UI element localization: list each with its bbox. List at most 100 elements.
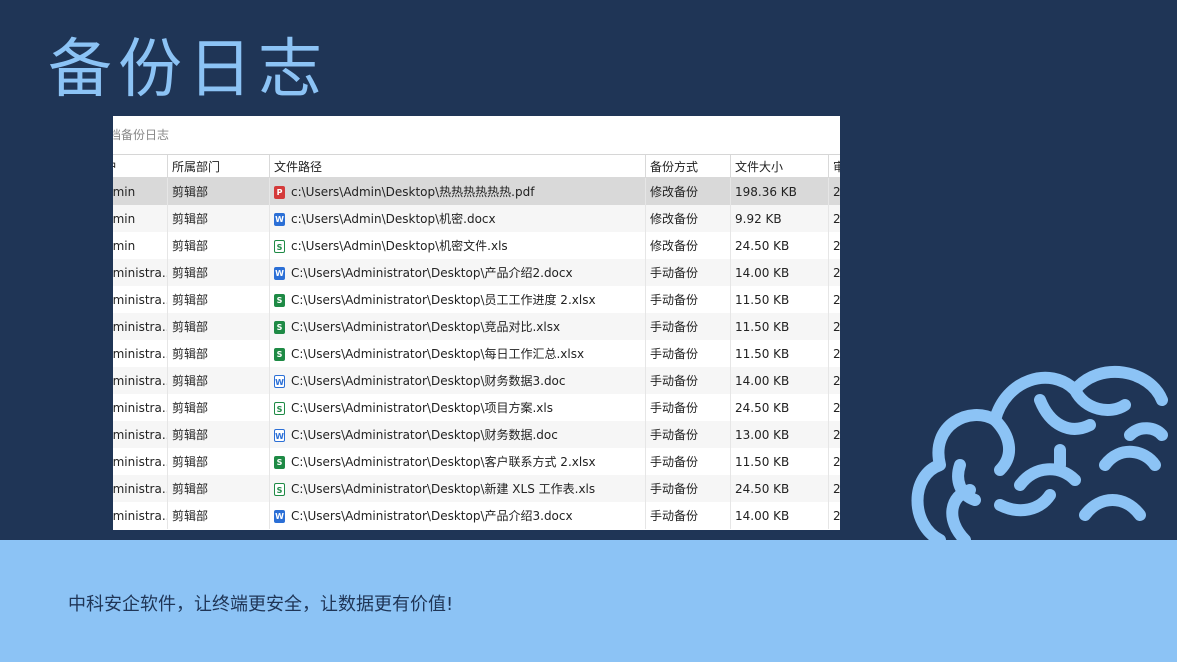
table-row[interactable]: dministra...剪辑部 S C:\Users\Administrator\D… bbox=[113, 475, 840, 502]
table-row[interactable]: dmin剪辑部Pc:\Users\Admin\Desktop\热热热热热热.pd… bbox=[113, 177, 840, 205]
table-row[interactable]: dministra...剪辑部 W C:\Users\Administrator\D… bbox=[113, 421, 840, 448]
cell-dept: 剪辑部 bbox=[167, 205, 270, 232]
cell-dept: 剪辑部 bbox=[167, 286, 270, 313]
cell-dept: 剪辑部 bbox=[167, 340, 270, 367]
file-path-text: C:\Users\Administrator\Desktop\财务数据3.doc bbox=[291, 374, 566, 388]
table-row[interactable]: dministra...剪辑部 S C:\Users\Administrator\D… bbox=[113, 340, 840, 367]
table-row[interactable]: dministra...剪辑部 S C:\Users\Administrator\D… bbox=[113, 286, 840, 313]
cell-dept: 剪辑部 bbox=[167, 448, 270, 475]
table-row[interactable]: dministra...剪辑部 S C:\Users\Administrator\D… bbox=[113, 313, 840, 340]
file-path-text: c:\Users\Admin\Desktop\机密.docx bbox=[291, 212, 496, 226]
cell-file-size: 11.50 KB bbox=[730, 286, 829, 313]
file-path-text: C:\Users\Administrator\Desktop\客户联系方式 2.… bbox=[291, 455, 596, 469]
backup-log-window: 档备份日志 户 所属部门 文件路径 备份方式 文件大小 审 dmin剪辑部Pc:… bbox=[113, 116, 840, 530]
cell-backup-mode: 手动备份 bbox=[645, 475, 731, 502]
cell-dept: 剪辑部 bbox=[167, 367, 270, 394]
xls-file-icon: S bbox=[274, 483, 285, 496]
xlsx-file-icon: S bbox=[274, 321, 285, 334]
file-path-text: c:\Users\Admin\Desktop\机密文件.xls bbox=[291, 239, 508, 253]
file-path-text: C:\Users\Administrator\Desktop\每日工作汇总.xl… bbox=[291, 347, 585, 361]
docx-file-icon: W bbox=[274, 213, 285, 226]
cell-path: W C:\Users\Administrator\Desktop\产品介绍2.do… bbox=[269, 259, 646, 286]
cell-file-size: 198.36 KB bbox=[730, 177, 829, 205]
cell-user: dministra... bbox=[113, 259, 168, 286]
file-path-text: C:\Users\Administrator\Desktop\项目方案.xls bbox=[291, 401, 553, 415]
cell-file-size: 14.00 KB bbox=[730, 502, 829, 529]
file-path-text: c:\Users\Admin\Desktop\热热热热热热.pdf bbox=[291, 185, 535, 199]
table-row[interactable]: dministra...剪辑部 S C:\Users\Administrator\D… bbox=[113, 448, 840, 475]
table-row[interactable]: dministra...剪辑部 S C:\Users\Administrator\D… bbox=[113, 394, 840, 421]
cell-dept: 剪辑部 bbox=[167, 394, 270, 421]
cell-path: Pc:\Users\Admin\Desktop\热热热热热热.pdf bbox=[269, 177, 646, 205]
cell-path: S C:\Users\Administrator\Desktop\每日工作汇总.x… bbox=[269, 340, 646, 367]
window-title: 档备份日志 bbox=[113, 116, 840, 155]
cell-path: S C:\Users\Administrator\Desktop\员工工作进度 2… bbox=[269, 286, 646, 313]
cell-audit: 20 bbox=[833, 508, 840, 523]
column-header-path[interactable]: 文件路径 bbox=[269, 155, 646, 178]
cell-user: dministra... bbox=[113, 394, 168, 421]
cell-path: W C:\Users\Administrator\Desktop\财务数据.doc bbox=[269, 421, 646, 448]
cell-dept: 剪辑部 bbox=[167, 232, 270, 259]
cell-file-size: 11.50 KB bbox=[730, 448, 829, 475]
cell-user: dmin bbox=[113, 177, 168, 205]
cell-path: W C:\Users\Administrator\Desktop\产品介绍3.do… bbox=[269, 502, 646, 529]
cell-file-size: 24.50 KB bbox=[730, 232, 829, 259]
doc-file-icon: W bbox=[274, 375, 285, 388]
cell-user: dministra... bbox=[113, 502, 168, 529]
cell-audit: 20 bbox=[828, 421, 840, 448]
cell-user: dministra... bbox=[113, 448, 168, 475]
table-row[interactable]: dmin剪辑部Sc:\Users\Admin\Desktop\机密文件.xls修… bbox=[113, 232, 840, 259]
cell-file-size: 14.00 KB bbox=[730, 367, 829, 394]
cell-path: S C:\Users\Administrator\Desktop\竞品对比.xls… bbox=[269, 313, 646, 340]
cell-file-size: 11.50 KB bbox=[730, 340, 829, 367]
cell-backup-mode: 手动备份 bbox=[645, 286, 731, 313]
cell-backup-mode: 手动备份 bbox=[645, 502, 731, 529]
table-row[interactable]: dministra...剪辑部 W C:\Users\Administrator\D… bbox=[113, 502, 840, 529]
column-header-user[interactable]: 户 bbox=[113, 155, 168, 178]
cell-user: dministra... bbox=[113, 421, 168, 448]
docx-file-icon: W bbox=[274, 510, 285, 523]
cell-path: W C:\Users\Administrator\Desktop\财务数据3.do… bbox=[269, 367, 646, 394]
cell-path: Sc:\Users\Admin\Desktop\机密文件.xls bbox=[269, 232, 646, 259]
cell-audit: 20 bbox=[828, 205, 840, 232]
cell-dept: 剪辑部 bbox=[167, 475, 270, 502]
column-header-mode[interactable]: 备份方式 bbox=[645, 155, 731, 178]
xlsx-file-icon: S bbox=[274, 294, 285, 307]
cell-audit: 20 bbox=[833, 454, 840, 469]
slide-title: 备份日志 bbox=[48, 33, 328, 107]
xlsx-file-icon: S bbox=[274, 348, 285, 361]
table-row[interactable]: dministra...剪辑部 W C:\Users\Administrator\D… bbox=[113, 367, 840, 394]
tagline: 中科安企软件，让终端更安全，让数据更有价值! bbox=[68, 594, 454, 615]
xlsx-file-icon: S bbox=[274, 456, 285, 469]
backup-log-table: 户 所属部门 文件路径 备份方式 文件大小 审 dmin剪辑部Pc:\Users… bbox=[113, 155, 840, 529]
cell-backup-mode: 手动备份 bbox=[645, 394, 731, 421]
cell-dept: 剪辑部 bbox=[167, 313, 270, 340]
cell-dept: 剪辑部 bbox=[167, 502, 270, 529]
cell-user: dministra... bbox=[113, 340, 168, 367]
cell-audit: 20 bbox=[833, 400, 840, 415]
cell-user: dmin bbox=[113, 232, 168, 259]
xls-file-icon: S bbox=[274, 402, 285, 415]
column-header-dept[interactable]: 所属部门 bbox=[167, 155, 270, 178]
cell-backup-mode: 修改备份 bbox=[645, 177, 731, 205]
table-header-row: 户 所属部门 文件路径 备份方式 文件大小 审 bbox=[113, 155, 840, 178]
cell-file-size: 14.00 KB bbox=[730, 259, 829, 286]
column-header-size[interactable]: 文件大小 bbox=[730, 155, 829, 178]
cell-dept: 剪辑部 bbox=[167, 421, 270, 448]
pdf-file-icon: P bbox=[274, 186, 285, 199]
file-path-text: C:\Users\Administrator\Desktop\产品介绍2.doc… bbox=[291, 266, 573, 280]
cell-audit: 20 bbox=[828, 177, 840, 205]
table-row[interactable]: dmin剪辑部Wc:\Users\Admin\Desktop\机密.docx修改… bbox=[113, 205, 840, 232]
cell-backup-mode: 手动备份 bbox=[645, 259, 731, 286]
cell-user: dministra... bbox=[113, 475, 168, 502]
cell-file-size: 24.50 KB bbox=[730, 475, 829, 502]
table-row[interactable]: dministra...剪辑部 W C:\Users\Administrator\D… bbox=[113, 259, 840, 286]
cell-user: dministra... bbox=[113, 367, 168, 394]
cell-file-size: 13.00 KB bbox=[730, 421, 829, 448]
cell-backup-mode: 手动备份 bbox=[645, 421, 731, 448]
file-path-text: C:\Users\Administrator\Desktop\员工工作进度 2.… bbox=[291, 293, 596, 307]
cell-audit: 20 bbox=[828, 367, 840, 394]
cell-path: S C:\Users\Administrator\Desktop\客户联系方式 2… bbox=[269, 448, 646, 475]
cell-backup-mode: 修改备份 bbox=[645, 232, 731, 259]
column-header-audit[interactable]: 审 bbox=[828, 155, 840, 178]
